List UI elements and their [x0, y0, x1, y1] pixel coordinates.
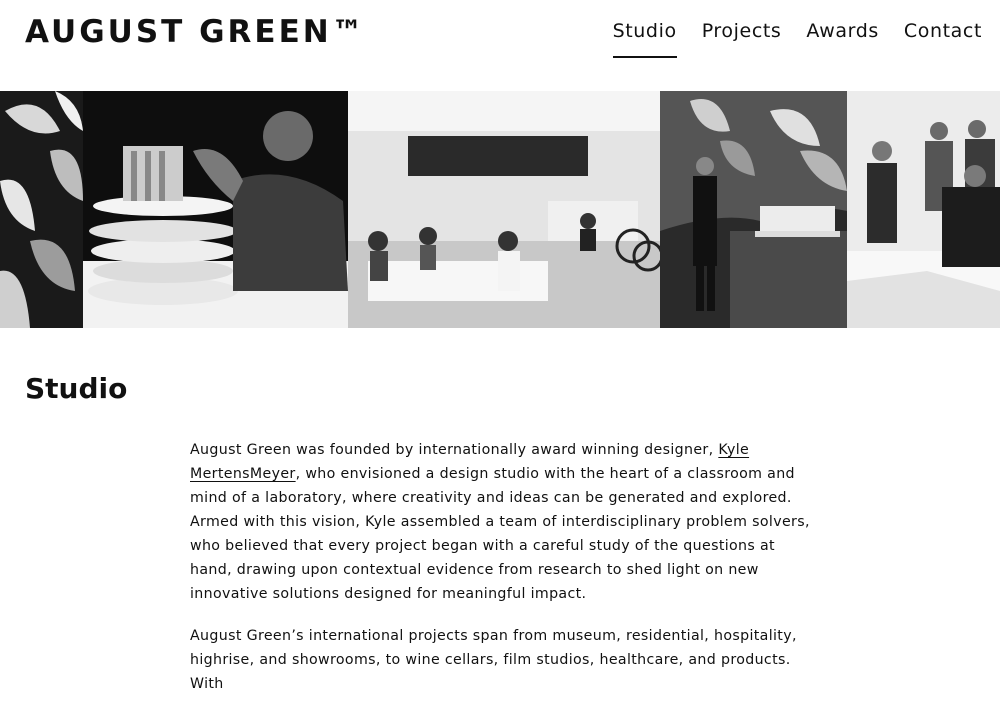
site-logo[interactable]: AUGUST GREEN™: [25, 14, 366, 50]
photo-model-builder: [83, 91, 348, 328]
photo-team-meeting: [847, 91, 1000, 328]
intro-text-start: August Green was founded by internationa…: [190, 442, 719, 458]
studio-description: August Green was founded by internationa…: [190, 438, 820, 714]
intro-text-end: , who envisioned a design studio with th…: [190, 466, 810, 602]
projects-paragraph: August Green’s international projects sp…: [190, 628, 797, 692]
nav-awards[interactable]: Awards: [806, 20, 878, 58]
photo-studio-workspace: [348, 91, 660, 328]
nav-studio[interactable]: Studio: [612, 20, 677, 58]
nav-projects[interactable]: Projects: [702, 20, 782, 58]
photo-banner: [0, 91, 1000, 328]
main-nav: Studio Projects Awards Contact: [588, 20, 982, 58]
intro-paragraph: August Green was founded by internationa…: [190, 438, 820, 606]
nav-contact[interactable]: Contact: [904, 20, 982, 58]
page-title: Studio: [25, 372, 128, 405]
photo-plants: [0, 91, 83, 328]
photo-plant-room: [660, 91, 847, 328]
